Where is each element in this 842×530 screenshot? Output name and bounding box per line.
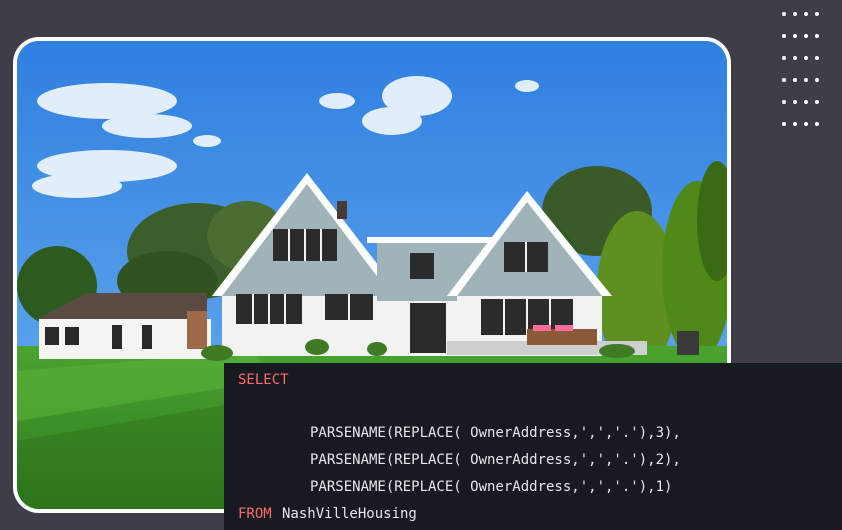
dot-grid-icon [782,12,826,144]
sql-code-panel: SELECT PARSENAME(REPLACE( OwnerAddress,'… [224,363,842,530]
sql-line-1: PARSENAME(REPLACE( OwnerAddress,',','.')… [310,425,681,441]
sql-keyword-select: SELECT [238,372,289,388]
sql-keyword-from: FROM [238,506,272,522]
sql-table-name: NashVilleHousing [282,506,417,522]
canvas: SELECT PARSENAME(REPLACE( OwnerAddress,'… [0,0,842,530]
sql-line-2: PARSENAME(REPLACE( OwnerAddress,',','.')… [310,452,681,468]
sql-line-3: PARSENAME(REPLACE( OwnerAddress,',','.')… [310,479,673,495]
